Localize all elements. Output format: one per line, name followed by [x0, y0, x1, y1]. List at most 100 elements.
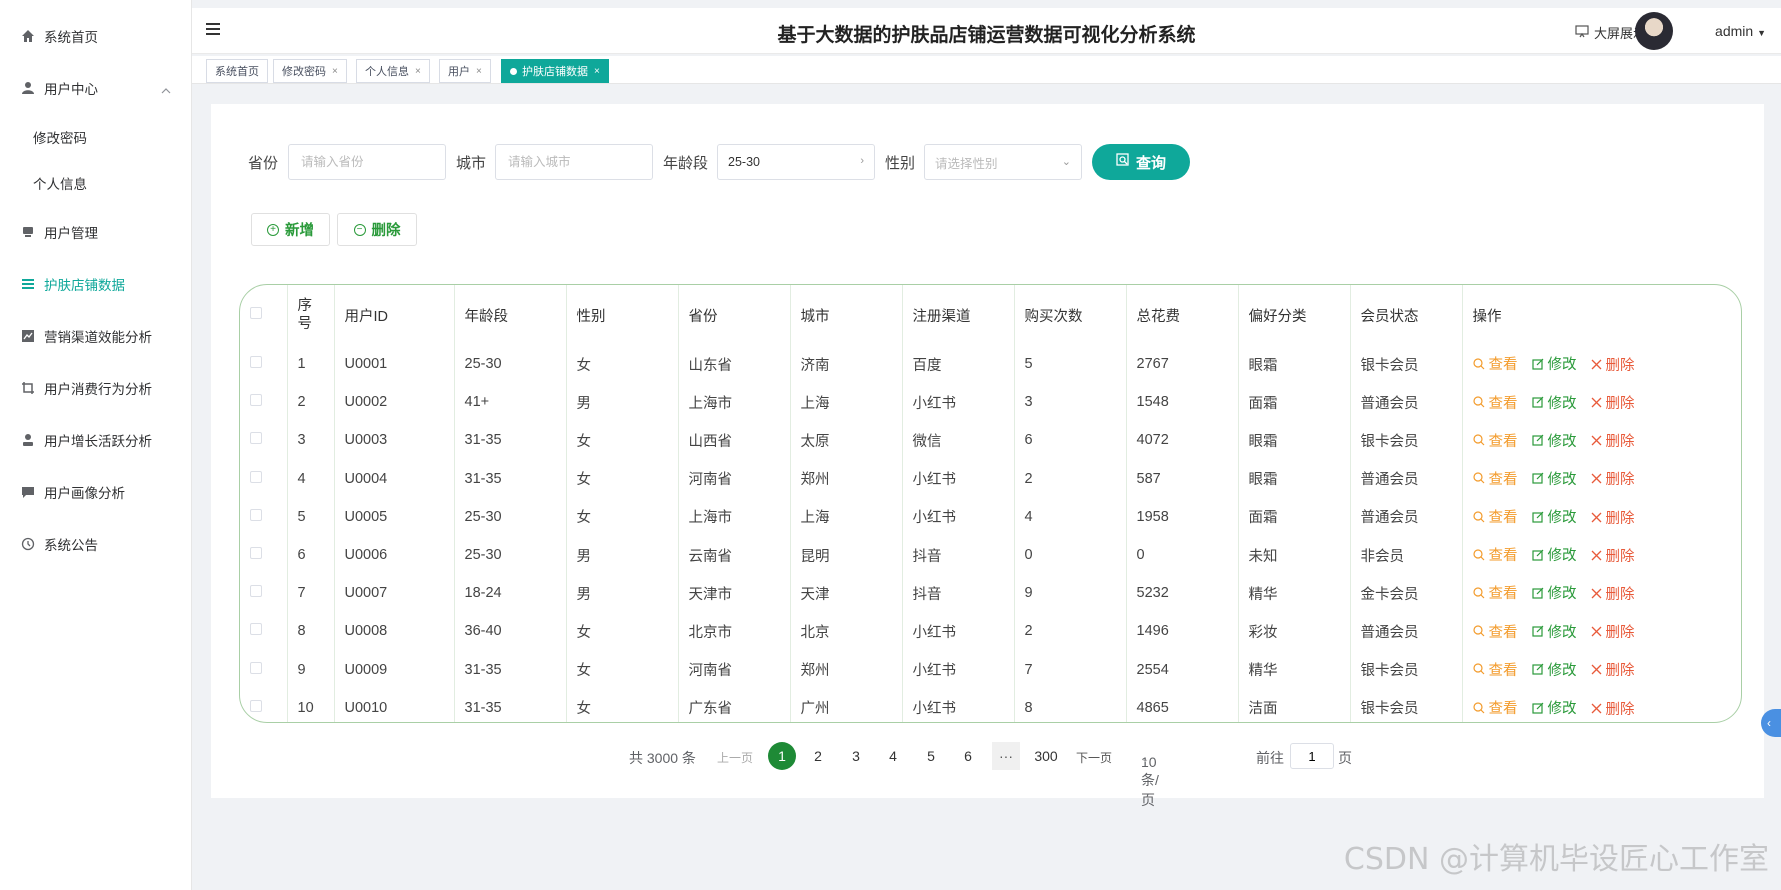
edit-button[interactable]: 修改 — [1531, 430, 1577, 451]
query-button[interactable]: 查询 — [1092, 144, 1190, 180]
delete-row-button[interactable]: 删除 — [1591, 354, 1635, 375]
sidebar-item-consumption[interactable]: 用户消费行为分析 — [0, 362, 191, 414]
tab-home[interactable]: 系统首页 — [206, 59, 268, 83]
edit-button[interactable]: 修改 — [1531, 697, 1577, 718]
row-checkbox[interactable] — [250, 585, 262, 598]
topbar: 基于大数据的护肤品店铺运营数据可视化分析系统 大屏展示 admin ▼ — [192, 8, 1781, 54]
sidebar-item-user-center[interactable]: 用户中心 — [0, 62, 191, 114]
row-checkbox[interactable] — [250, 547, 262, 560]
goto-page-input[interactable] — [1290, 743, 1334, 769]
select-all-checkbox[interactable] — [250, 307, 262, 319]
prev-page-button[interactable]: 上一页 — [717, 749, 753, 766]
page-6[interactable]: 6 — [954, 742, 982, 770]
tab-user[interactable]: 用户 × — [439, 59, 491, 83]
list-icon — [20, 276, 36, 292]
user-menu[interactable]: admin ▼ — [1715, 23, 1766, 39]
row-select-cell — [240, 650, 288, 689]
page-last[interactable]: 300 — [1031, 742, 1061, 770]
delete-row-button[interactable]: 删除 — [1591, 621, 1635, 642]
edit-button[interactable]: 修改 — [1531, 621, 1577, 642]
page-5[interactable]: 5 — [917, 742, 945, 770]
table-cell: 5232 — [1126, 574, 1239, 613]
clock-icon — [20, 536, 36, 552]
row-checkbox[interactable] — [250, 623, 262, 636]
city-input[interactable] — [495, 144, 653, 180]
view-button[interactable]: 查看 — [1472, 621, 1518, 642]
sidebar-item-notice[interactable]: 系统公告 — [0, 518, 191, 570]
edit-label: 修改 — [1547, 471, 1577, 488]
close-icon[interactable]: × — [594, 66, 600, 77]
view-button[interactable]: 查看 — [1472, 392, 1518, 413]
sidebar-item-skincare-data[interactable]: 护肤店铺数据 — [0, 258, 191, 310]
view-button[interactable]: 查看 — [1472, 468, 1518, 489]
edit-button[interactable]: 修改 — [1531, 392, 1577, 413]
row-checkbox[interactable] — [250, 699, 262, 712]
search-icon — [1472, 587, 1484, 599]
ops-cell: 查看 修改 删除 — [1462, 612, 1741, 650]
table-row: 9 U0009 31-35 女河南省 郑州 小红书 7 2554 精华 银卡会员 查看 修改 删除 — [240, 650, 1741, 689]
sidebar-item-label: 护肤店铺数据 — [44, 278, 125, 293]
table-row: 1 U0001 25-30 女山东省 济南 百度 5 2767 眼霜 银卡会员 查看 修改 删除 — [240, 345, 1741, 384]
age-select[interactable]: 25-30 › — [717, 144, 875, 180]
view-button[interactable]: 查看 — [1472, 659, 1518, 680]
province-input[interactable] — [288, 144, 446, 180]
table-cell: 广州 — [790, 688, 903, 722]
view-button[interactable]: 查看 — [1472, 506, 1518, 527]
close-icon[interactable]: × — [476, 66, 482, 77]
page-2[interactable]: 2 — [804, 742, 832, 770]
age-label: 年龄段 — [663, 155, 709, 172]
close-icon[interactable]: × — [332, 66, 338, 77]
table-cell: 36-40 — [454, 612, 567, 651]
avatar[interactable] — [1635, 12, 1673, 50]
delete-row-button[interactable]: 删除 — [1591, 545, 1635, 566]
row-checkbox[interactable] — [250, 432, 262, 445]
delete-row-button[interactable]: 删除 — [1591, 430, 1635, 451]
delete-button[interactable]: − 删除 — [337, 213, 417, 246]
view-button[interactable]: 查看 — [1472, 697, 1518, 718]
gender-select[interactable]: 请选择性别 ⌄ — [924, 144, 1082, 180]
edit-button[interactable]: 修改 — [1531, 506, 1577, 527]
sidebar-item-home[interactable]: 系统首页 — [0, 10, 191, 62]
delete-row-button[interactable]: 删除 — [1591, 468, 1635, 489]
row-checkbox[interactable] — [250, 508, 262, 521]
delete-row-button[interactable]: 删除 — [1591, 392, 1635, 413]
float-toggle-button[interactable]: ‹ — [1761, 709, 1781, 737]
sidebar-item-user-manage[interactable]: 用户管理 — [0, 206, 191, 258]
more-pages-button[interactable]: ··· — [992, 742, 1020, 770]
next-page-button[interactable]: 下一页 — [1076, 749, 1112, 766]
delete-row-button[interactable]: 删除 — [1591, 698, 1635, 719]
sidebar-item-growth[interactable]: 用户增长活跃分析 — [0, 414, 191, 466]
sidebar-item-change-password[interactable]: 修改密码 — [0, 114, 191, 160]
delete-row-button[interactable]: 删除 — [1591, 583, 1635, 604]
delete-row-button[interactable]: 删除 — [1591, 507, 1635, 528]
tab-profile[interactable]: 个人信息 × — [356, 59, 430, 83]
view-button[interactable]: 查看 — [1472, 353, 1518, 374]
view-button[interactable]: 查看 — [1472, 582, 1518, 603]
plus-circle-icon: + — [267, 223, 279, 236]
sidebar-item-portrait[interactable]: 用户画像分析 — [0, 466, 191, 518]
edit-button[interactable]: 修改 — [1531, 582, 1577, 603]
view-button[interactable]: 查看 — [1472, 430, 1518, 451]
row-checkbox[interactable] — [250, 356, 262, 369]
edit-button[interactable]: 修改 — [1531, 544, 1577, 565]
chevron-up-icon — [161, 82, 171, 97]
edit-button[interactable]: 修改 — [1531, 659, 1577, 680]
sidebar-item-marketing[interactable]: 营销渠道效能分析 — [0, 310, 191, 362]
page-4[interactable]: 4 — [879, 742, 907, 770]
edit-button[interactable]: 修改 — [1531, 468, 1577, 489]
row-checkbox[interactable] — [250, 470, 262, 483]
close-icon[interactable]: × — [415, 66, 421, 77]
page-3[interactable]: 3 — [842, 742, 870, 770]
add-button[interactable]: + 新增 — [251, 213, 330, 246]
view-button[interactable]: 查看 — [1472, 544, 1518, 565]
tab-skincare-data[interactable]: 护肤店铺数据 × — [501, 59, 609, 83]
page-1[interactable]: 1 — [768, 742, 796, 770]
delete-row-button[interactable]: 删除 — [1591, 659, 1635, 680]
row-checkbox[interactable] — [250, 394, 262, 407]
edit-button[interactable]: 修改 — [1531, 353, 1577, 374]
tab-change-password[interactable]: 修改密码 × — [273, 59, 347, 83]
sidebar-item-profile[interactable]: 个人信息 — [0, 160, 191, 206]
table-cell: 眼霜 — [1238, 421, 1351, 460]
search-icon — [1472, 549, 1484, 561]
row-checkbox[interactable] — [250, 661, 262, 674]
